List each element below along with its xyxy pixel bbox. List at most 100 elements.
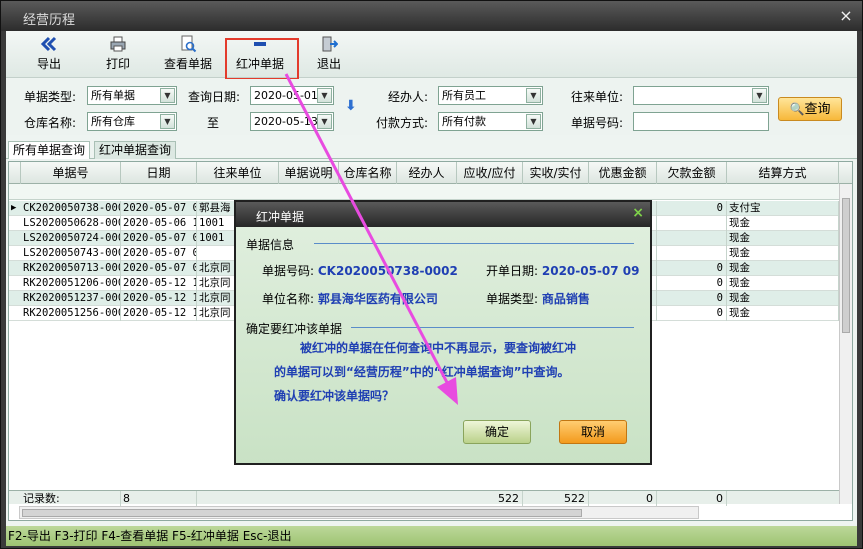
warehouse-value: 所有仓库 — [91, 115, 135, 128]
doc-type-select[interactable]: 所有单据 ▼ — [87, 86, 177, 105]
open-date-label: 开单日期: — [486, 264, 539, 278]
partner-label: 往来单位: — [571, 90, 624, 104]
cancel-button[interactable]: 取消 — [559, 420, 627, 444]
date-to-value: 2020-05-13 — [254, 115, 318, 128]
export-button[interactable]: 导出 — [32, 35, 66, 75]
view-document-icon — [181, 35, 197, 53]
table-cell — [657, 246, 727, 261]
open-date-field: 开单日期: 2020-05-07 09 — [486, 262, 640, 279]
scrollbar-thumb[interactable] — [22, 509, 582, 517]
vertical-scrollbar[interactable] — [839, 184, 852, 504]
column-header[interactable]: 结算方式 — [727, 162, 839, 184]
column-header[interactable]: 应收/应付 — [457, 162, 523, 184]
close-icon[interactable]: × — [632, 205, 644, 221]
column-header[interactable]: 经办人 — [397, 162, 457, 184]
handler-label: 经办人: — [388, 90, 429, 104]
arrow-down-icon[interactable]: ⬇ — [345, 98, 357, 114]
confirm-message-line2: 的单据可以到“经营历程”中的“红冲单据查询”中查询。 — [274, 365, 570, 379]
print-label: 打印 — [105, 57, 130, 71]
partner-select[interactable]: ▼ — [633, 86, 769, 105]
doc-no-label: 单据号码: — [262, 264, 315, 278]
table-cell: 现金 — [727, 231, 839, 246]
exit-button[interactable]: 退出 — [314, 35, 344, 75]
tab-bar: 所有单据查询 红冲单据查询 — [6, 141, 857, 159]
highlight-box — [225, 38, 299, 80]
open-date-value: 2020-05-07 09 — [541, 264, 640, 278]
column-header[interactable]: 日期 — [121, 162, 197, 184]
view-document-button[interactable]: 查看单据 — [160, 35, 216, 75]
search-icon: 🔍 — [789, 102, 805, 116]
reverse-document-dialog: 红冲单据 × 单据信息 单据号码: CK2020050738-0002 开单日期… — [234, 200, 652, 465]
chevron-down-icon: ▼ — [160, 88, 175, 103]
date-from-picker[interactable]: 2020-05-01 ▼ — [250, 86, 334, 105]
doc-type-field: 单据类型: 商品销售 — [486, 290, 590, 307]
payment-label: 付款方式: — [376, 116, 429, 130]
divider — [314, 243, 634, 244]
column-header[interactable]: 欠款金额 — [657, 162, 727, 184]
chevron-down-icon: ▼ — [317, 114, 332, 129]
summary-label: 记录数: — [21, 491, 121, 506]
table-filter-row[interactable] — [9, 184, 852, 200]
doc-type-value: 商品销售 — [541, 292, 590, 306]
doc-no-value: CK2020050738-0002 — [317, 264, 458, 278]
table-cell: 现金 — [727, 291, 839, 306]
exit-door-icon — [322, 36, 338, 52]
handler-select[interactable]: 所有员工 ▼ — [438, 86, 543, 105]
chevron-down-icon: ▼ — [526, 114, 541, 129]
ok-button[interactable]: 确定 — [463, 420, 531, 444]
exit-label: 退出 — [316, 57, 341, 71]
summary-count: 8 — [121, 491, 197, 506]
doc-no-input[interactable] — [633, 112, 769, 131]
doc-no-label: 单据号码: — [571, 116, 624, 130]
row-indicator-header — [9, 162, 21, 184]
divider — [351, 327, 634, 328]
column-header[interactable]: 优惠金额 — [589, 162, 657, 184]
table-cell: LS2020050743-000 — [23, 246, 121, 261]
dialog-body: 单据信息 单据号码: CK2020050738-0002 开单日期: 2020-… — [236, 227, 650, 463]
tab-reversed-documents[interactable]: 红冲单据查询 — [94, 141, 177, 159]
column-header[interactable]: 单据说明 — [279, 162, 339, 184]
table-cell: RK2020051237-000 — [23, 291, 121, 306]
column-header[interactable]: 单据号 — [21, 162, 121, 184]
toolbar: 导出 打印 查看单据 红冲单据 退出 — [6, 31, 857, 80]
chevron-down-icon: ▼ — [317, 88, 332, 103]
summary-receivable: 522 — [457, 491, 523, 506]
chevron-down-icon: ▼ — [752, 88, 767, 103]
table-cell: 2020-05-07 0 — [123, 231, 197, 246]
unit-label: 单位名称: — [262, 292, 315, 306]
table-cell: 0 — [657, 276, 727, 291]
column-header[interactable]: 往来单位 — [197, 162, 279, 184]
unit-value: 郭县海华医药有限公司 — [317, 292, 438, 306]
summary-discount: 0 — [589, 491, 657, 506]
column-header[interactable]: 仓库名称 — [339, 162, 397, 184]
printer-icon — [110, 36, 126, 52]
table-cell: 0 — [657, 261, 727, 276]
table-cell: 现金 — [727, 246, 839, 261]
payment-select[interactable]: 所有付款 ▼ — [438, 112, 543, 131]
table-cell: 2020-05-12 1 — [123, 276, 197, 291]
unit-field: 单位名称: 郭县海华医药有限公司 — [262, 290, 438, 307]
summary-debt: 0 — [657, 491, 727, 506]
table-cell: 2020-05-12 1 — [123, 291, 197, 306]
table-summary-row: 记录数: 8 522 522 0 0 — [9, 490, 839, 506]
table-cell: 2020-05-07 0 — [123, 201, 197, 216]
doc-type-label: 单据类型: — [486, 292, 539, 306]
table-cell: RK2020051206-000 — [23, 276, 121, 291]
table-header: 单据号 日期 往来单位 单据说明 仓库名称 经办人 应收/应付 实收/实付 优惠… — [9, 162, 852, 184]
horizontal-scrollbar[interactable] — [19, 506, 699, 519]
warehouse-select[interactable]: 所有仓库 ▼ — [87, 112, 177, 131]
column-header[interactable]: 实收/实付 — [523, 162, 589, 184]
close-icon[interactable]: × — [836, 6, 856, 26]
date-to-picker[interactable]: 2020-05-13 ▼ — [250, 112, 334, 131]
print-button[interactable]: 打印 — [101, 35, 135, 75]
table-cell: 现金 — [727, 306, 839, 321]
table-cell: 0 — [657, 306, 727, 321]
query-button[interactable]: 🔍查询 — [778, 97, 842, 121]
table-cell: 现金 — [727, 216, 839, 231]
tab-all-documents[interactable]: 所有单据查询 — [8, 141, 91, 159]
query-date-label: 查询日期: — [188, 90, 241, 104]
scrollbar-thumb[interactable] — [842, 198, 850, 333]
doc-type-label: 单据类型: — [24, 90, 77, 104]
to-label: 至 — [207, 116, 220, 130]
table-cell: 2020-05-07 0 — [123, 246, 197, 261]
